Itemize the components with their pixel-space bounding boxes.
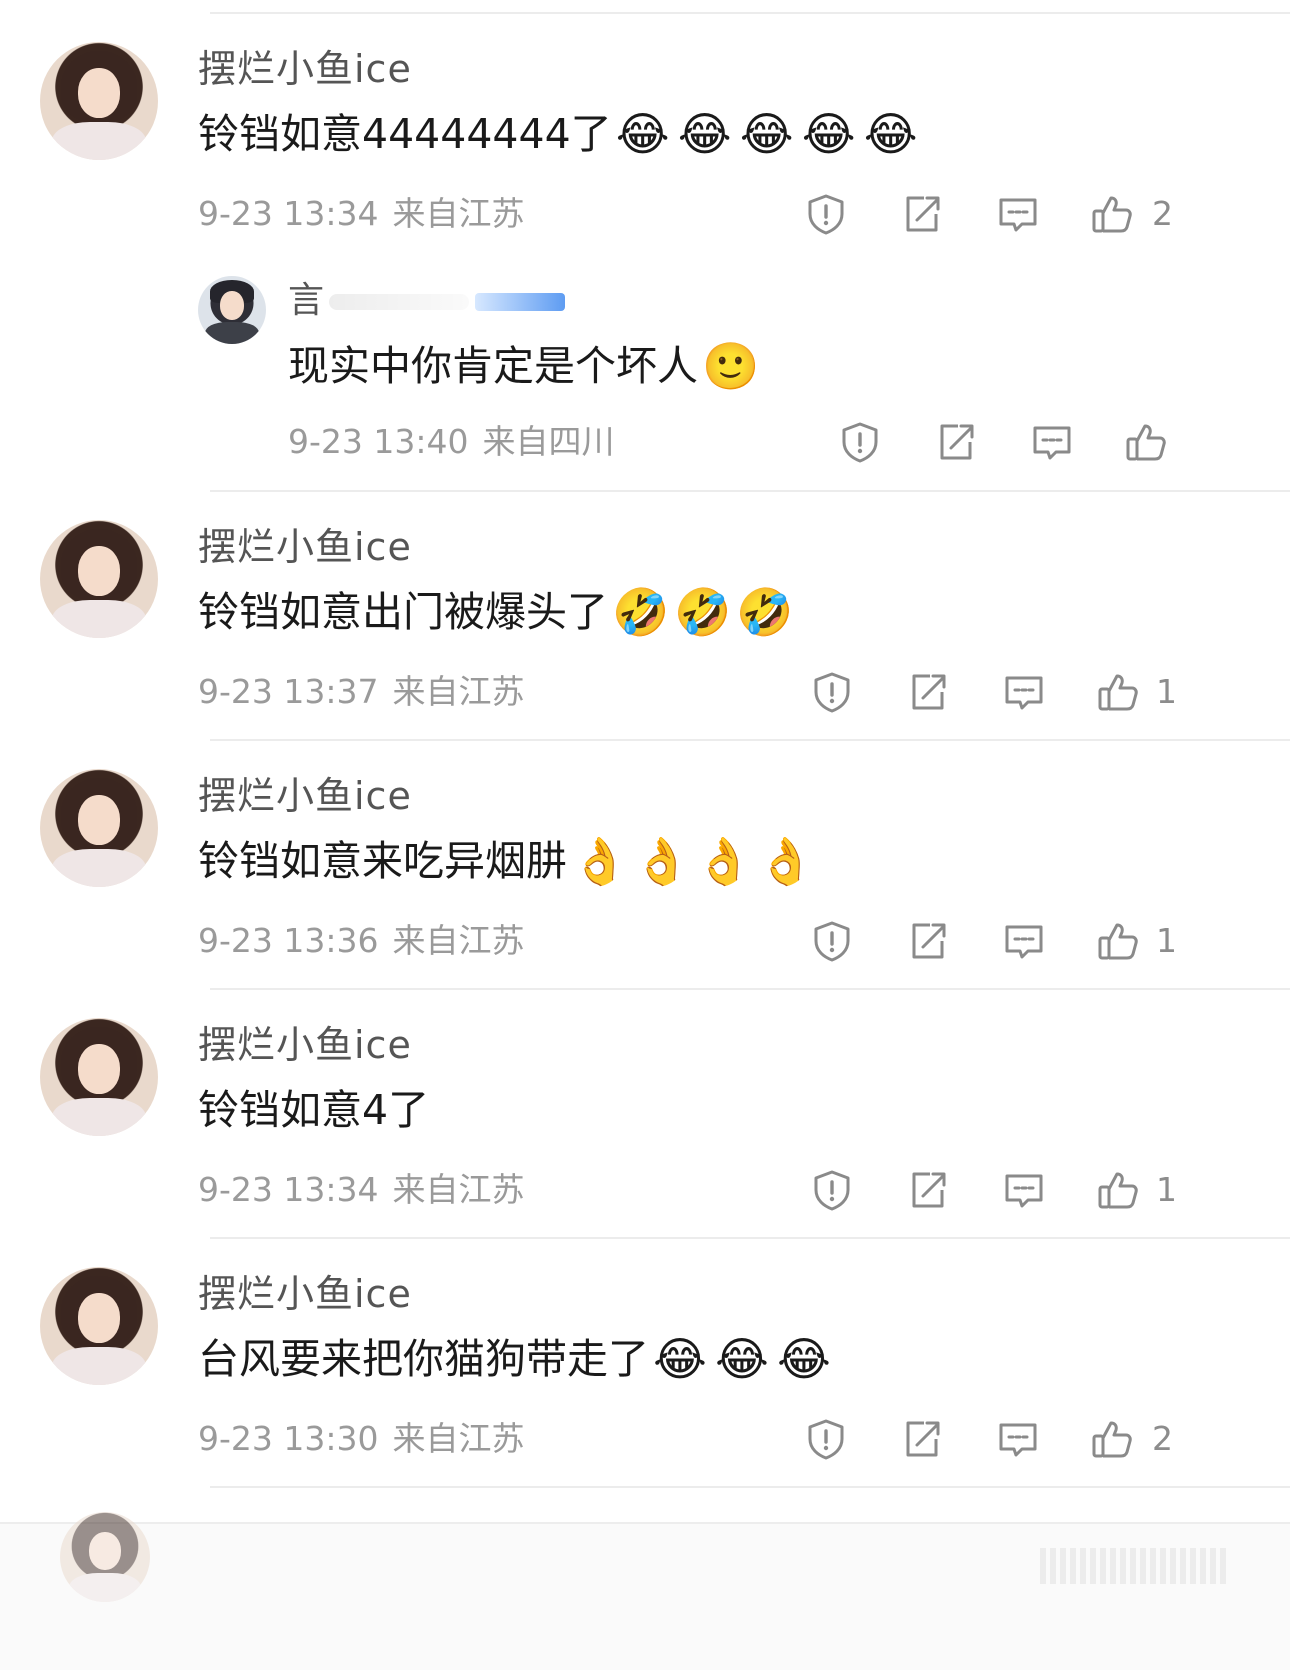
timestamp: 9-23 13:37 [198, 672, 379, 711]
comment-text: 铃铛如意出门被爆头了 [198, 588, 608, 636]
avatar[interactable] [40, 769, 158, 887]
avatar[interactable] [198, 276, 266, 344]
report-icon[interactable] [810, 670, 854, 714]
rolling-laugh-emoji: 🤣 [674, 585, 732, 639]
timestamp: 9-23 13:36 [198, 921, 379, 960]
username[interactable]: 摆烂小鱼ice [198, 1271, 412, 1317]
smile-emoji: 🙂 [702, 339, 760, 393]
like-icon[interactable] [1096, 919, 1140, 963]
timestamp: 9-23 13:40 [288, 422, 469, 461]
like-icon[interactable] [1124, 420, 1168, 464]
comment-content: 铃铛如意44444444了 😂 😂 😂 😂 😂 [198, 104, 926, 164]
report-icon[interactable] [810, 919, 854, 963]
like-icon[interactable] [1090, 192, 1134, 236]
laughing-crying-emoji: 😂 [715, 1332, 769, 1386]
avatar[interactable] [40, 1267, 158, 1385]
timestamp: 9-23 13:30 [198, 1419, 379, 1458]
reply-content: 现实中你肯定是个坏人 🙂 [288, 336, 764, 396]
comment-meta: 9-23 13:37 来自江苏 [198, 670, 539, 714]
repost-icon[interactable] [906, 1168, 950, 1212]
repost-icon[interactable] [900, 192, 944, 236]
laughing-crying-emoji: 😂 [739, 107, 794, 161]
comment-meta: 9-23 13:30 来自江苏 [198, 1417, 539, 1461]
ok-hand-emoji: 👌 [633, 834, 691, 888]
location: 来自四川 [482, 422, 615, 461]
laughing-crying-emoji: 😂 [801, 107, 856, 161]
bottom-bar [0, 1522, 1290, 1670]
repost-icon[interactable] [934, 420, 978, 464]
like-count: 2 [1152, 194, 1173, 233]
report-icon[interactable] [804, 1417, 848, 1461]
reply-text: 现实中你肯定是个坏人 [288, 342, 698, 390]
comment-text: 台风要来把你猫狗带走了 [198, 1335, 649, 1383]
divider [210, 12, 1290, 14]
avatar[interactable] [60, 1512, 150, 1602]
laughing-crying-emoji: 😂 [863, 107, 918, 161]
username[interactable]: 摆烂小鱼ice [198, 46, 412, 92]
comment-icon[interactable] [996, 1417, 1040, 1461]
like-count: 1 [1156, 1170, 1177, 1209]
comment-text: 铃铛如意44444444了 [198, 110, 612, 158]
like-count: 1 [1156, 672, 1177, 711]
laughing-crying-emoji: 😂 [777, 1332, 831, 1386]
username[interactable]: 摆烂小鱼ice [198, 524, 412, 570]
ok-hand-emoji: 👌 [571, 834, 629, 888]
timestamp: 9-23 13:34 [198, 1170, 379, 1209]
comment-icon[interactable] [1030, 420, 1074, 464]
location: 来自江苏 [392, 1170, 525, 1209]
repost-icon[interactable] [906, 670, 950, 714]
watermark [1040, 1548, 1230, 1584]
username[interactable]: 摆烂小鱼ice [198, 1022, 412, 1068]
report-icon[interactable] [838, 420, 882, 464]
laughing-crying-emoji: 😂 [677, 107, 732, 161]
username[interactable]: 言 [288, 278, 566, 324]
comment-icon[interactable] [1002, 919, 1046, 963]
comment-content: 台风要来把你猫狗带走了 😂 😂 😂 [198, 1329, 839, 1389]
comment-meta: 9-23 13:34 来自江苏 [198, 192, 539, 236]
like-count: 2 [1152, 1419, 1173, 1458]
report-icon[interactable] [810, 1168, 854, 1212]
avatar[interactable] [40, 42, 158, 160]
laughing-crying-emoji: 😂 [653, 1332, 707, 1386]
location: 来自江苏 [392, 1419, 525, 1458]
avatar[interactable] [40, 520, 158, 638]
ok-hand-emoji: 👌 [757, 834, 815, 888]
rolling-laugh-emoji: 🤣 [736, 585, 794, 639]
like-icon[interactable] [1096, 670, 1140, 714]
like-count: 1 [1156, 921, 1177, 960]
avatar[interactable] [40, 1018, 158, 1136]
comment-text: 铃铛如意来吃异烟肼 [198, 837, 567, 885]
comment-icon[interactable] [1002, 670, 1046, 714]
comment-content: 铃铛如意4了 [198, 1080, 433, 1140]
comment-content: 铃铛如意来吃异烟肼 👌 👌 👌 👌 [198, 831, 819, 891]
comment-icon[interactable] [1002, 1168, 1046, 1212]
divider [210, 1486, 1290, 1488]
divider [210, 988, 1290, 990]
comment-meta: 9-23 13:36 来自江苏 [198, 919, 539, 963]
ok-hand-emoji: 👌 [695, 834, 753, 888]
username[interactable]: 摆烂小鱼ice [198, 773, 412, 819]
report-icon[interactable] [804, 192, 848, 236]
divider [210, 490, 1290, 492]
blurred-text [329, 294, 470, 310]
repost-icon[interactable] [900, 1417, 944, 1461]
comment-icon[interactable] [996, 192, 1040, 236]
reply-meta: 9-23 13:40 来自四川 [288, 420, 629, 464]
repost-icon[interactable] [906, 919, 950, 963]
divider [210, 739, 1290, 741]
like-icon[interactable] [1090, 1417, 1134, 1461]
divider [210, 1237, 1290, 1239]
location: 来自江苏 [392, 194, 525, 233]
comment-list: 摆烂小鱼ice 铃铛如意44444444了 😂 😂 😂 😂 😂 9-23 13:… [0, 0, 1290, 1670]
comment-meta: 9-23 13:34 来自江苏 [198, 1168, 539, 1212]
like-icon[interactable] [1096, 1168, 1140, 1212]
location: 来自江苏 [392, 672, 525, 711]
laughing-crying-emoji: 😂 [615, 107, 670, 161]
timestamp: 9-23 13:34 [198, 194, 379, 233]
comment-content: 铃铛如意出门被爆头了 🤣 🤣 🤣 [198, 582, 798, 642]
member-badge [475, 293, 566, 311]
location: 来自江苏 [392, 921, 525, 960]
comment-text: 铃铛如意4了 [198, 1086, 430, 1134]
rolling-laugh-emoji: 🤣 [612, 585, 670, 639]
